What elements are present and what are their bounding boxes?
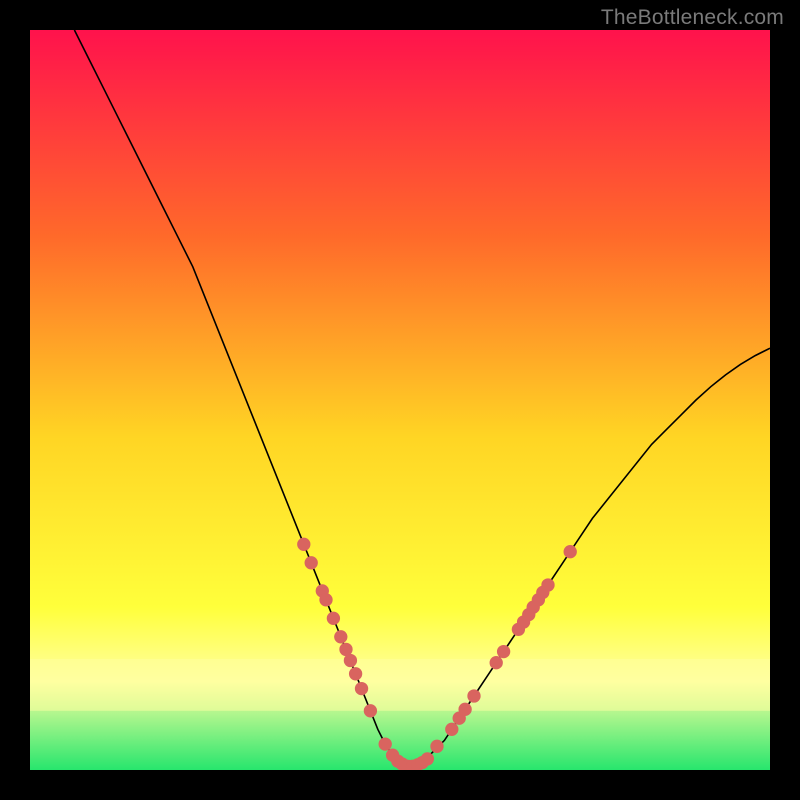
data-marker bbox=[458, 703, 471, 716]
data-marker bbox=[564, 545, 577, 558]
data-marker bbox=[541, 578, 554, 591]
data-marker bbox=[364, 704, 377, 717]
data-marker bbox=[297, 538, 310, 551]
data-marker bbox=[421, 752, 434, 765]
data-marker bbox=[379, 737, 392, 750]
data-marker bbox=[305, 556, 318, 569]
bottleneck-chart bbox=[30, 30, 770, 770]
watermark-text: TheBottleneck.com bbox=[601, 6, 784, 30]
data-marker bbox=[319, 593, 332, 606]
data-marker bbox=[334, 630, 347, 643]
data-marker bbox=[445, 723, 458, 736]
data-marker bbox=[490, 656, 503, 669]
data-marker bbox=[355, 682, 368, 695]
data-marker bbox=[344, 654, 357, 667]
data-marker bbox=[497, 645, 510, 658]
data-marker bbox=[430, 740, 443, 753]
highlight-band bbox=[30, 659, 770, 711]
data-marker bbox=[327, 612, 340, 625]
data-marker bbox=[467, 689, 480, 702]
data-marker bbox=[349, 667, 362, 680]
